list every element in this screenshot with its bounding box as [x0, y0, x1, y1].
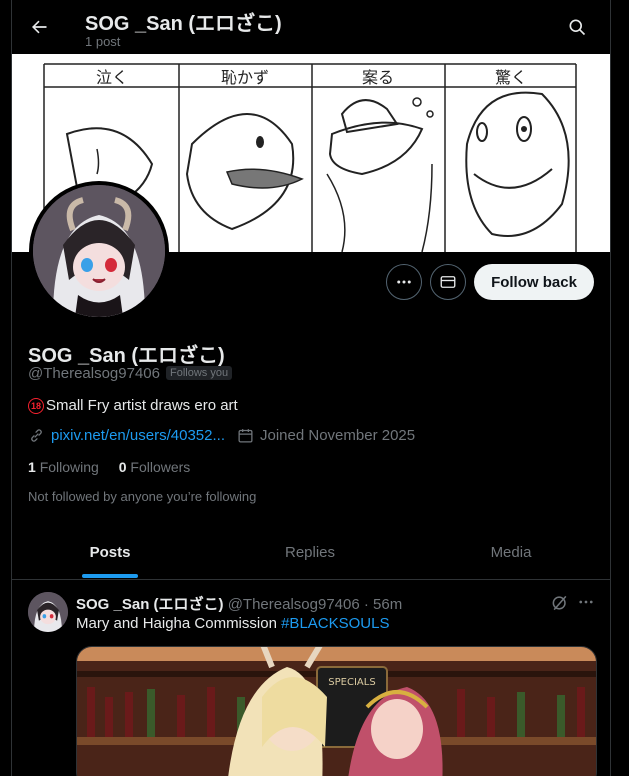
post-separator: ·: [363, 596, 369, 613]
profile-column: SOG _San (エロざこ) 1 post 泣く 恥かず 案る 驚く Foll…: [11, 0, 611, 776]
search-icon: [569, 19, 586, 36]
search-button[interactable]: [562, 12, 592, 42]
profile-avatar[interactable]: [29, 181, 169, 321]
message-button[interactable]: [430, 264, 466, 300]
followers-label: Followers: [130, 459, 191, 475]
link-icon: [31, 429, 42, 442]
post-avatar[interactable]: [28, 592, 68, 632]
more-options-button[interactable]: [386, 264, 422, 300]
following-link[interactable]: 1 Following: [28, 459, 99, 475]
header-title: SOG _San (エロざこ): [85, 13, 282, 35]
post-header: SOG _San (エロざこ) @Therealsog97406 · 56m: [76, 593, 402, 614]
avatar-image: [33, 185, 165, 317]
app-frame: SOG _San (エロざこ) 1 post 泣く 恥かず 案る 驚く Foll…: [0, 0, 629, 776]
followers-count: 0: [118, 459, 127, 475]
post-count: 1 post: [85, 34, 121, 49]
followers-link[interactable]: 0 Followers: [119, 459, 191, 475]
bio-text: Small Fry artist draws ero art: [46, 397, 238, 414]
post-hashtag[interactable]: #BLACKSOULS: [281, 615, 389, 632]
post-item[interactable]: SOG _San (エロざこ) @Therealsog97406 · 56m M…: [12, 580, 610, 776]
post-author-name[interactable]: SOG _San (エロざこ): [76, 596, 224, 613]
post-time[interactable]: 56m: [373, 596, 402, 613]
post-author-handle[interactable]: @Therealsog97406: [228, 596, 360, 613]
joined-date: Joined November 2025: [260, 427, 416, 444]
banner-label-3: 案る: [362, 68, 394, 87]
profile-name: SOG _San (エロざこ): [28, 345, 225, 367]
active-tab-indicator: [82, 574, 138, 578]
profile-tabs: Posts Replies Media: [12, 525, 610, 580]
follows-you-badge: Follows you: [166, 366, 233, 380]
grok-icon: [552, 595, 567, 611]
back-arrow-icon: [32, 20, 47, 34]
not-followed-note: Not followed by anyone you’re following: [28, 489, 257, 504]
back-button[interactable]: [24, 12, 54, 42]
following-count: 1: [28, 459, 36, 475]
post-more-button[interactable]: [575, 592, 597, 612]
more-icon: [579, 600, 593, 604]
profile-link[interactable]: pixiv.net/en/users/40352...: [51, 427, 225, 444]
tab-replies[interactable]: Replies: [208, 525, 412, 579]
following-label: Following: [39, 459, 99, 475]
grok-button[interactable]: [550, 593, 570, 613]
banner-label-4: 驚く: [495, 68, 527, 87]
top-bar: SOG _San (エロざこ) 1 post: [12, 0, 610, 53]
calendar-icon: [238, 429, 253, 443]
message-icon: [440, 276, 456, 288]
follow-stats: 1 Following 0 Followers: [28, 459, 190, 475]
follow-back-button[interactable]: Follow back: [474, 264, 594, 300]
banner-label-1: 泣く: [96, 68, 128, 87]
tab-media[interactable]: Media: [412, 525, 610, 579]
age-restriction-icon: 18: [28, 397, 44, 414]
profile-bio: 18 Small Fry artist draws ero art: [28, 397, 238, 414]
post-media-image[interactable]: SPECIALS: [76, 646, 597, 776]
media-sign-text: SPECIALS: [328, 677, 375, 688]
more-icon: [397, 280, 411, 284]
post-text: Mary and Haigha Commission #BLACKSOULS: [76, 615, 389, 632]
post-body: Mary and Haigha Commission: [76, 615, 277, 632]
profile-handle: @Therealsog97406: [28, 365, 160, 382]
tab-posts[interactable]: Posts: [12, 525, 208, 579]
banner-label-2: 恥かず: [221, 68, 269, 87]
profile-meta: pixiv.net/en/users/40352... Joined Novem…: [28, 427, 415, 444]
